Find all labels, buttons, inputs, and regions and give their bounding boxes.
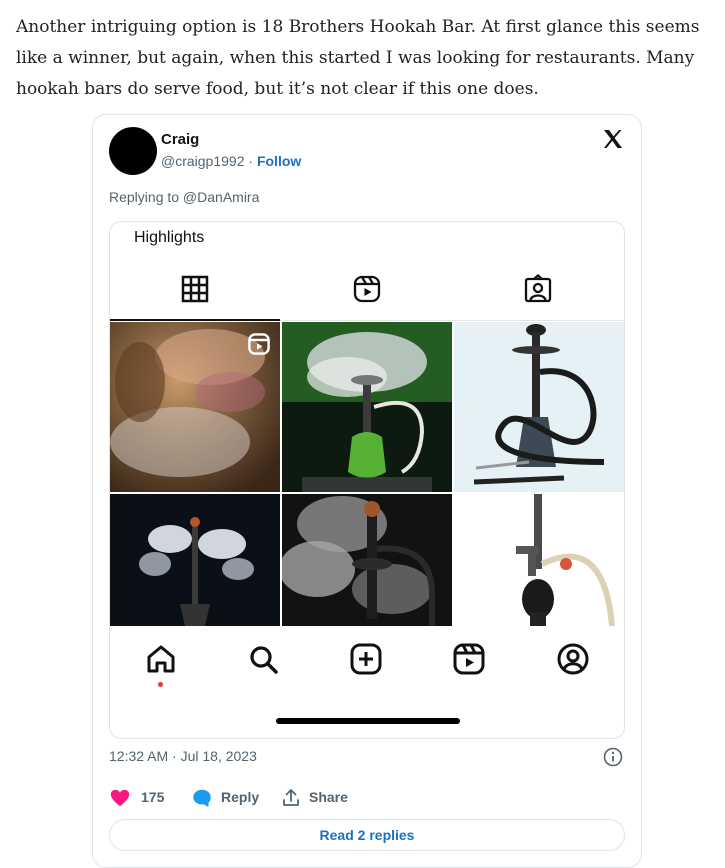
active-tab-indicator xyxy=(110,319,280,321)
home-indicator-bar xyxy=(276,718,460,724)
replying-to[interactable]: Replying to @DanAmira xyxy=(109,189,259,205)
photo-tile-smoke-plumes[interactable] xyxy=(110,494,280,626)
author-handle[interactable]: @craigp1992 xyxy=(161,153,245,169)
tagged-icon[interactable] xyxy=(523,274,553,304)
heart-icon[interactable] xyxy=(109,787,131,809)
share-button[interactable]: Share xyxy=(309,789,348,805)
avatar[interactable] xyxy=(109,127,157,175)
x-logo-icon[interactable] xyxy=(601,127,625,151)
photo-tile-black-hookah[interactable] xyxy=(454,322,624,492)
like-count[interactable]: 175 xyxy=(141,789,164,805)
tweet-card: Craig @craigp1992 · Follow Replying to @… xyxy=(92,114,642,868)
profile-icon[interactable] xyxy=(556,642,590,676)
reply-bubble-icon[interactable] xyxy=(191,787,213,809)
reply-button[interactable]: Reply xyxy=(221,789,259,805)
info-icon[interactable] xyxy=(603,747,623,767)
home-icon[interactable] xyxy=(144,642,178,676)
reel-badge-icon xyxy=(248,333,270,355)
author-handle-row: @craigp1992 · Follow xyxy=(161,153,301,169)
reels-icon[interactable] xyxy=(352,274,382,304)
grid-icon[interactable] xyxy=(180,274,210,304)
article-paragraph: Another intriguing option is 18 Brothers… xyxy=(16,17,700,99)
photo-tile-dense-smoke[interactable] xyxy=(282,494,452,626)
follow-button[interactable]: Follow xyxy=(257,153,301,169)
photo-tile-green-hookah[interactable] xyxy=(282,322,452,492)
author-name[interactable]: Craig xyxy=(161,131,199,148)
read-replies-button[interactable]: Read 2 replies xyxy=(109,819,625,851)
tweet-timestamp[interactable]: 12:32 AM · Jul 18, 2023 xyxy=(109,748,257,764)
photo-tile-party[interactable] xyxy=(110,322,280,492)
share-icon[interactable] xyxy=(281,788,301,808)
photo-tile-rifle-hookah[interactable] xyxy=(454,494,624,626)
reels-nav-icon[interactable] xyxy=(452,642,486,676)
notification-dot xyxy=(158,682,163,687)
create-icon[interactable] xyxy=(349,642,383,676)
embedded-screenshot[interactable]: Highlights xyxy=(109,221,625,739)
handle-separator: · xyxy=(244,153,257,169)
search-icon[interactable] xyxy=(246,642,280,676)
highlights-label: Highlights xyxy=(134,229,205,246)
